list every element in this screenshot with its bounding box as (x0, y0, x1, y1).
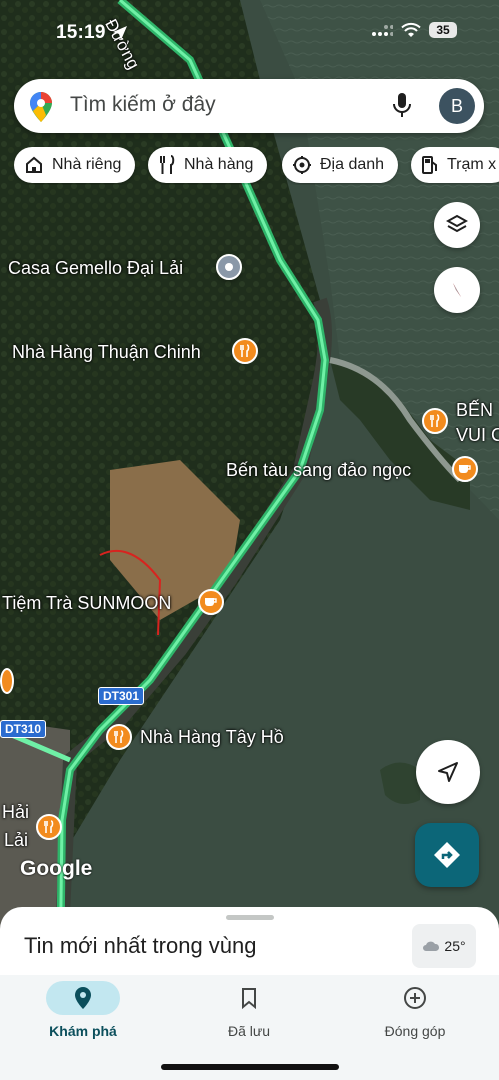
road-shield-dt310: DT310 (0, 720, 47, 738)
place-icon[interactable] (216, 254, 242, 280)
tab-contribute-indicator (378, 981, 452, 1015)
tab-explore[interactable]: Khám phá (0, 975, 166, 1055)
road-shield-dt301: DT301 (98, 687, 145, 705)
sheet-drag-handle[interactable] (226, 915, 274, 920)
place-label-ben[interactable]: BẾN (456, 400, 493, 421)
status-icons: 35 (371, 22, 457, 38)
restaurant-icon[interactable] (0, 668, 14, 694)
cafe-icon[interactable] (452, 456, 478, 482)
restaurant-icon[interactable] (232, 338, 258, 364)
layers-icon (446, 214, 468, 233)
tab-contribute[interactable]: Đóng góp (332, 975, 498, 1055)
wifi-icon (401, 22, 421, 37)
directions-icon (434, 842, 460, 868)
chip-label: Nhà riêng (52, 156, 122, 173)
compass-icon (453, 283, 461, 297)
tab-label: Đóng góp (384, 1023, 446, 1039)
directions-button[interactable] (415, 823, 479, 887)
tab-label: Khám phá (49, 1023, 117, 1039)
search-bar[interactable]: Tìm kiếm ở đây B (14, 79, 484, 133)
restaurant-icon[interactable] (106, 724, 132, 750)
avatar[interactable]: B (439, 88, 475, 124)
home-indicator[interactable] (161, 1064, 339, 1070)
navigation-arrow-icon (438, 762, 458, 782)
google-logo: Google (20, 857, 93, 880)
place-label-hai[interactable]: Hải (2, 802, 29, 823)
place-label-casa-gemello[interactable]: Casa Gemello Đại Lải (8, 258, 183, 279)
place-label-ben-tau[interactable]: Bến tàu sang đảo ngọc (226, 460, 411, 481)
my-location-button[interactable] (416, 740, 480, 804)
tab-saved[interactable]: Đã lưu (166, 975, 332, 1055)
place-label-vui[interactable]: VUI C (456, 425, 499, 446)
restaurant-icon (160, 155, 175, 174)
chip-gas-station[interactable]: Trạm x (411, 147, 499, 183)
tab-saved-indicator (212, 981, 286, 1015)
compass-button[interactable] (434, 267, 480, 313)
cafe-icon[interactable] (198, 589, 224, 615)
chip-landmark[interactable]: Địa danh (282, 147, 399, 183)
sheet-title: Tin mới nhất trong vùng (24, 933, 257, 958)
tab-explore-indicator (46, 981, 120, 1015)
restaurant-icon[interactable] (36, 814, 62, 840)
search-input[interactable]: Tìm kiếm ở đây (70, 93, 216, 117)
location-arrow-icon (113, 26, 127, 40)
chip-home[interactable]: Nhà riêng (14, 147, 136, 183)
home-icon (26, 156, 42, 173)
layers-button[interactable] (434, 202, 480, 248)
status-time: 15:19 (56, 22, 106, 43)
weather-temperature: 25° (444, 938, 466, 954)
place-label-lai[interactable]: Lải (4, 830, 28, 851)
place-label-sunmoon[interactable]: Tiệm Trà SUNMOON (2, 593, 171, 614)
battery-icon: 35 (429, 22, 457, 38)
chip-restaurant[interactable]: Nhà hàng (148, 147, 268, 183)
cellular-signal-icon (372, 25, 393, 36)
landmark-icon (293, 156, 311, 174)
cloud-icon (423, 941, 440, 951)
category-chips: Nhà riêng Nhà hàng Địa danh Trạm x (14, 147, 499, 185)
google-maps-pin-icon (30, 92, 52, 122)
bookmark-icon (242, 988, 256, 1009)
microphone-icon[interactable] (392, 92, 412, 120)
add-circle-icon (404, 987, 426, 1009)
status-bar: 15:19 35 (0, 0, 499, 60)
chip-label: Nhà hàng (184, 156, 254, 173)
tab-label: Đã lưu (227, 1023, 271, 1039)
explore-pin-icon (75, 987, 91, 1009)
restaurant-icon[interactable] (422, 408, 448, 434)
place-label-thuan-chinh[interactable]: Nhà Hàng Thuận Chinh (12, 342, 201, 363)
place-label-tay-ho[interactable]: Nhà Hàng Tây Hồ (140, 727, 284, 748)
chip-label: Trạm x (447, 156, 497, 173)
chip-label: Địa danh (320, 156, 385, 173)
gas-station-icon (422, 156, 437, 174)
weather-chip[interactable]: 25° (412, 924, 476, 968)
